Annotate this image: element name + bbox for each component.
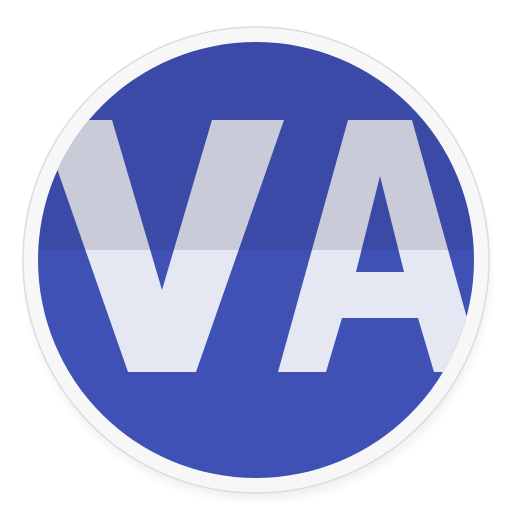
va-app-icon: [20, 26, 496, 506]
icon-disc: [38, 42, 474, 478]
icon-canvas: [0, 0, 512, 512]
